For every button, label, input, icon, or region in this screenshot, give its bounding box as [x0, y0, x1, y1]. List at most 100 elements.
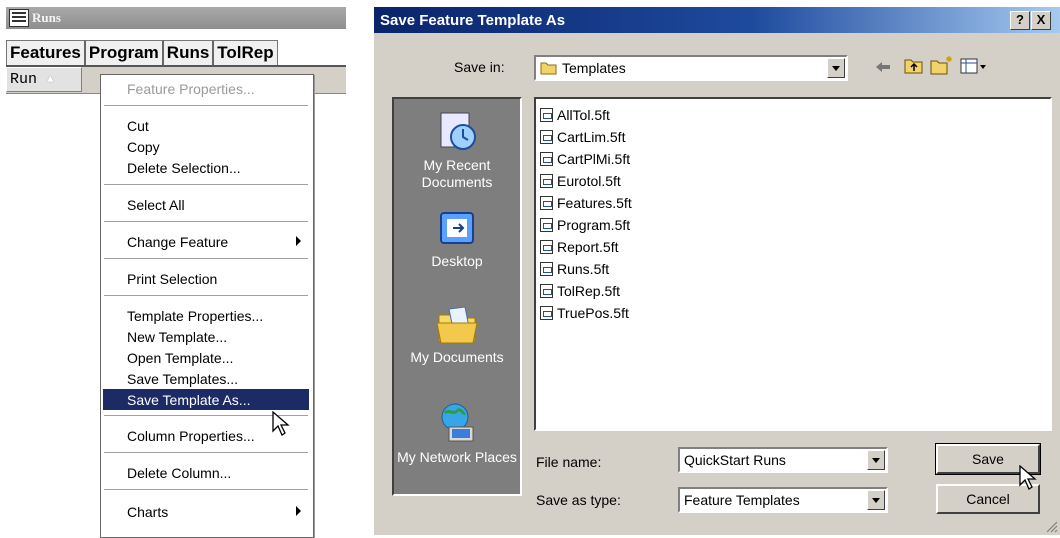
file-item[interactable]: Report.5ft — [540, 236, 618, 258]
folder-icon — [540, 62, 557, 75]
save-as-type-label: Save as type: — [536, 492, 621, 508]
file-name-value: QuickStart Runs — [684, 452, 786, 468]
file-item[interactable]: AllTol.5ft — [540, 104, 610, 126]
resize-grip-icon[interactable] — [1044, 519, 1058, 533]
menu-item-template-properties[interactable]: Template Properties... — [103, 305, 309, 326]
dialog-title: Save Feature Template As — [380, 11, 566, 29]
file-name: CartLim.5ft — [557, 129, 626, 145]
menu-item-open-template[interactable]: Open Template... — [103, 347, 309, 368]
tab-tolrep[interactable]: TolRep — [214, 40, 278, 65]
runs-window-title: Runs — [32, 10, 61, 25]
menu-item-label: Change Feature — [127, 233, 229, 250]
network-places-icon — [441, 403, 474, 442]
save-as-type-dropdown[interactable]: Feature Templates — [678, 487, 888, 513]
file-item[interactable]: TruePos.5ft — [540, 302, 629, 324]
menu-separator — [104, 258, 308, 260]
sort-ascending-icon: ▲ — [47, 73, 54, 86]
close-button[interactable]: X — [1031, 11, 1051, 30]
menu-separator — [104, 489, 308, 491]
places-bar: My Recent Documents Desktop My Documents — [392, 97, 522, 496]
place-label: Desktop — [431, 253, 483, 269]
dialog-titlebar: Save Feature Template As — [374, 7, 1060, 33]
menu-separator — [104, 184, 308, 186]
save-template-dialog: Save Feature Template As ? X Save in: Te… — [374, 7, 1060, 535]
app-grid-icon — [9, 9, 29, 27]
place-label: My Recent Documents — [421, 157, 493, 190]
place-desktop[interactable]: Desktop — [394, 211, 520, 270]
template-file-icon — [540, 196, 553, 210]
template-file-icon — [540, 284, 553, 298]
menu-item-select-all[interactable]: Select All — [103, 194, 309, 215]
menu-item-change-feature[interactable]: Change Feature — [103, 231, 309, 252]
menu-item-new-template[interactable]: New Template... — [103, 326, 309, 347]
menu-item-delete-column[interactable]: Delete Column... — [103, 462, 309, 483]
menu-item-save-templates[interactable]: Save Templates... — [103, 368, 309, 389]
chevron-down-icon[interactable] — [867, 450, 885, 470]
mouse-pointer-icon — [272, 411, 290, 436]
column-header-label: Run — [10, 71, 38, 88]
menu-item-label: Charts — [127, 503, 169, 520]
file-name: Runs.5ft — [557, 261, 610, 277]
template-file-icon — [540, 306, 553, 320]
place-label: My Documents — [410, 349, 504, 365]
file-item[interactable]: Program.5ft — [540, 214, 630, 236]
my-documents-icon — [436, 306, 478, 344]
file-name-label: File name: — [536, 454, 602, 470]
save-in-value: Templates — [562, 60, 626, 76]
menu-item-feature-properties: Feature Properties... — [127, 80, 255, 97]
file-name: Report.5ft — [557, 239, 619, 255]
menu-item-delete-selection[interactable]: Delete Selection... — [103, 157, 309, 178]
file-item[interactable]: TolRep.5ft — [540, 280, 620, 302]
file-name: Features.5ft — [557, 195, 632, 211]
menu-item-save-template-as[interactable]: Save Template As... — [103, 389, 309, 410]
template-file-icon — [540, 240, 553, 254]
new-folder-icon[interactable] — [930, 55, 954, 75]
context-menu: Feature Properties... Cut Copy Delete Se… — [100, 74, 314, 538]
template-file-icon — [540, 262, 553, 276]
runs-titlebar: Runs — [6, 7, 346, 29]
place-my-network-places[interactable]: My Network Places — [394, 401, 520, 466]
template-file-icon — [540, 174, 553, 188]
template-file-icon — [540, 218, 553, 232]
chevron-down-icon[interactable] — [827, 58, 845, 78]
template-file-icon — [540, 130, 553, 144]
save-in-dropdown[interactable]: Templates — [534, 55, 848, 81]
menu-item-cut[interactable]: Cut — [103, 115, 309, 136]
file-name: CartPlMi.5ft — [557, 151, 631, 167]
file-item[interactable]: CartLim.5ft — [540, 126, 625, 148]
desktop-icon — [440, 212, 474, 244]
submenu-arrow-icon — [296, 506, 301, 516]
file-item[interactable]: Features.5ft — [540, 192, 632, 214]
template-file-icon — [540, 108, 553, 122]
file-item[interactable]: Eurotol.5ft — [540, 170, 621, 192]
menu-separator — [104, 221, 308, 223]
save-as-type-value: Feature Templates — [684, 492, 800, 508]
menu-separator — [104, 105, 308, 107]
place-my-documents[interactable]: My Documents — [394, 305, 520, 366]
menu-item-copy[interactable]: Copy — [103, 136, 309, 157]
tab-program[interactable]: Program — [85, 40, 164, 65]
tab-runs[interactable]: Runs — [163, 40, 215, 65]
chevron-down-icon[interactable] — [867, 490, 885, 510]
tab-features[interactable]: Features — [6, 40, 86, 65]
recent-documents-icon — [440, 112, 476, 150]
place-my-recent-documents[interactable]: My Recent Documents — [394, 109, 520, 191]
file-name: Program.5ft — [557, 217, 631, 233]
menu-item-print-selection[interactable]: Print Selection — [103, 268, 309, 289]
file-item[interactable]: Runs.5ft — [540, 258, 609, 280]
file-item[interactable]: CartPlMi.5ft — [540, 148, 630, 170]
file-name: Eurotol.5ft — [557, 173, 621, 189]
menu-item-charts[interactable]: Charts — [103, 501, 309, 522]
view-menu-icon[interactable] — [960, 57, 988, 75]
template-file-icon — [540, 152, 553, 166]
file-name-combo[interactable]: QuickStart Runs — [678, 447, 888, 473]
submenu-arrow-icon — [296, 236, 301, 246]
column-header-run[interactable]: Run ▲ — [6, 67, 82, 92]
template-tabs: Features Program Runs TolRep — [6, 40, 278, 66]
help-button[interactable]: ? — [1010, 11, 1030, 30]
file-name: TruePos.5ft — [557, 305, 629, 321]
menu-separator — [104, 452, 308, 454]
up-folder-icon[interactable] — [904, 57, 924, 75]
file-name: AllTol.5ft — [557, 107, 610, 123]
back-arrow-icon[interactable] — [874, 59, 892, 75]
